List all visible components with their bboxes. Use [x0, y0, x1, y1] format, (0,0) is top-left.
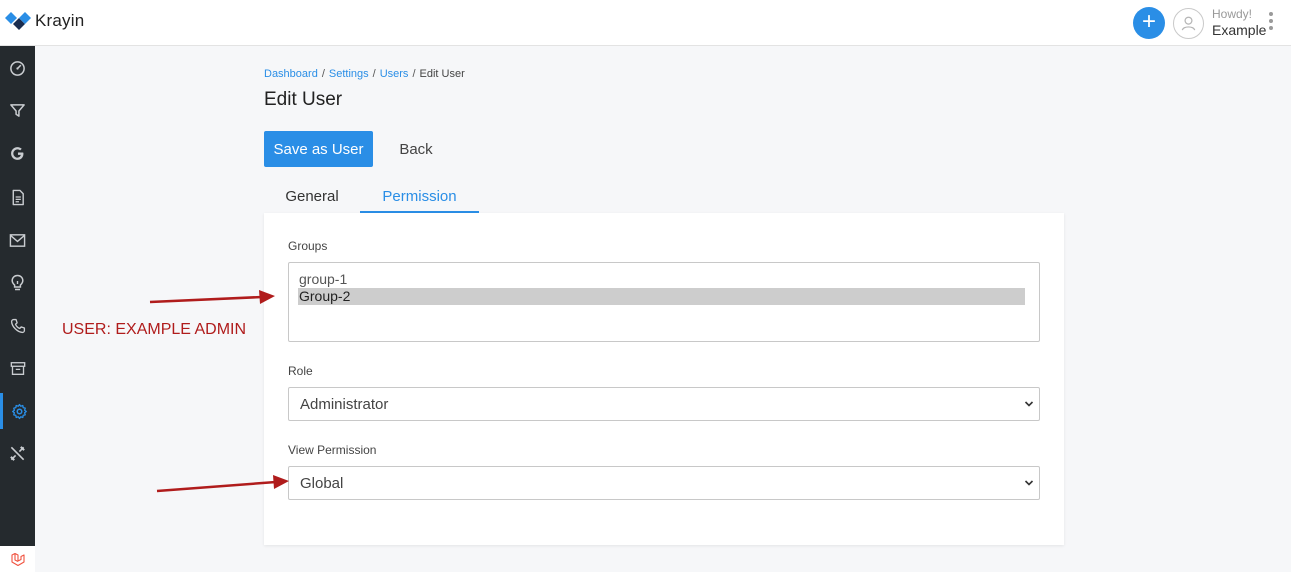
annotation-arrow-groups	[149, 290, 275, 304]
annotation-arrows	[149, 290, 289, 493]
annotation-arrow-view-permission	[156, 475, 289, 493]
